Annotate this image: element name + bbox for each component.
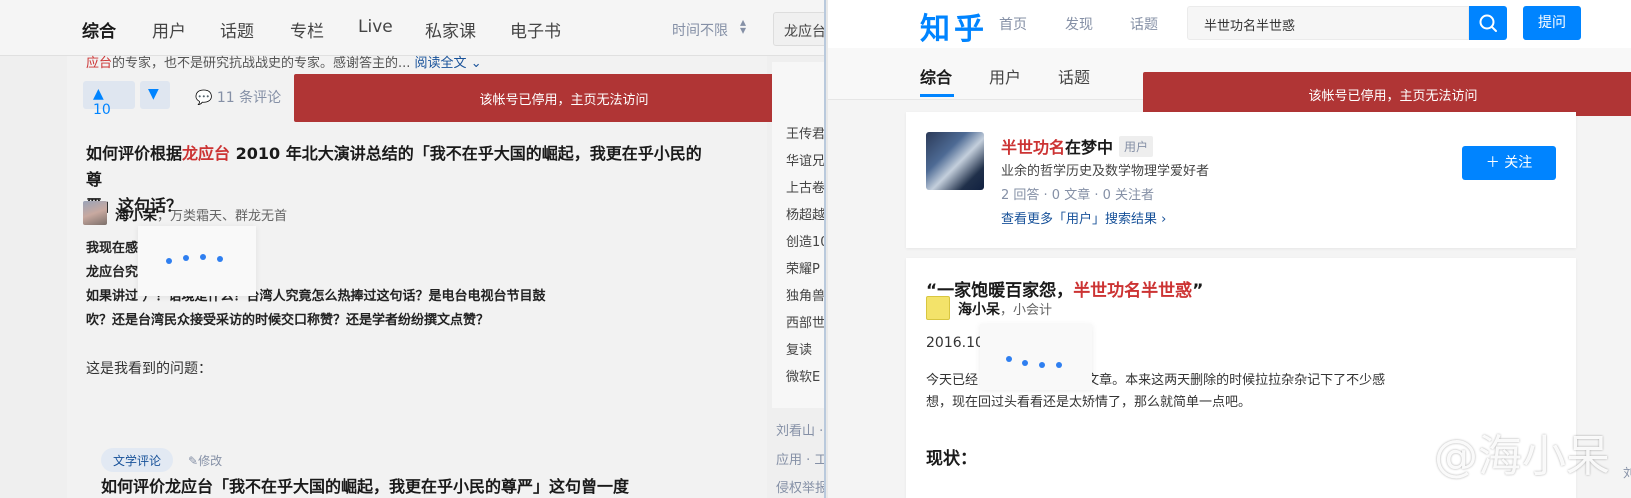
- tab-live[interactable]: Live: [358, 17, 393, 37]
- user-stats: 2 回答 · 0 文章 · 0 关注者: [1001, 188, 1155, 203]
- excerpt-highlight: 应台: [86, 56, 113, 71]
- ask-button[interactable]: 提问: [1523, 6, 1581, 40]
- edit-label: 修改: [198, 454, 223, 468]
- tab-all[interactable]: 综合: [82, 17, 116, 42]
- question-title-prefix: 如何评价根据: [86, 144, 183, 163]
- user-photo[interactable]: [926, 132, 984, 190]
- upvote-count: 10: [93, 102, 111, 118]
- next-question-title[interactable]: 如何评价龙应台「我不在乎大国的崛起，我更在乎小民的尊严」这句曾一度: [101, 474, 629, 498]
- search-icon: [1479, 14, 1497, 32]
- user-result-card: 半世功名在梦中 用户 业余的哲学历史及数学物理学爱好者 2 回答 · 0 文章 ·…: [906, 112, 1576, 248]
- author-name[interactable]: 海小呆: [958, 302, 1000, 318]
- author-bio: ，万类霜天、群龙无首: [157, 209, 288, 224]
- tab-ebooks[interactable]: 电子书: [510, 17, 561, 42]
- triangle-down-icon: ▼: [148, 86, 159, 102]
- follow-label: 关注: [1504, 155, 1533, 171]
- weibo-logo-icon: [1378, 436, 1428, 471]
- tab-all[interactable]: 综合: [920, 64, 952, 88]
- tab-users[interactable]: 用户: [152, 17, 186, 42]
- user-name-rest: 在梦中: [1065, 138, 1114, 157]
- hot-search-item[interactable]: 荣耀P: [786, 258, 820, 277]
- avatar[interactable]: [926, 296, 950, 320]
- author-bio: ，小会计: [1000, 303, 1053, 318]
- question-title-highlight: 龙应台: [182, 144, 231, 163]
- loading-spinner: [138, 226, 256, 296]
- user-name[interactable]: 半世功名在梦中 用户: [1001, 134, 1154, 158]
- read-more-link[interactable]: 阅读全文: [415, 56, 467, 71]
- more-users-label: 查看更多「用户」搜索结果: [1001, 212, 1158, 227]
- hot-search-item[interactable]: 复读: [786, 339, 812, 358]
- author-info: 海小呆，万类霜天、群龙无首: [115, 205, 287, 225]
- sort-arrows-icon[interactable]: ▴ ▾: [740, 16, 746, 36]
- time-filter[interactable]: 时间不限: [672, 20, 728, 40]
- hot-search-item[interactable]: 微软E: [786, 366, 820, 385]
- footer-link[interactable]: 应用 · 工: [776, 449, 824, 468]
- body-line: 吹？还是台湾民众接受采访的时候交口称赞？还是学者纷纷撰文点赞？: [86, 313, 490, 328]
- hot-search-sidebar: 王传君 华谊兄 上古卷 杨超越 创造10 荣耀P 独角兽 西部世 复读 微软E: [772, 62, 824, 408]
- nav-home[interactable]: 首页: [999, 14, 1027, 34]
- follow-button[interactable]: ＋ 关注: [1462, 146, 1556, 180]
- article-title-highlight: 半世功名半世惑: [1073, 281, 1193, 301]
- triangle-up-icon: ▲: [93, 86, 104, 102]
- tab-columns[interactable]: 专栏: [290, 17, 324, 42]
- zhihu-logo[interactable]: 知乎: [920, 4, 988, 48]
- article-title[interactable]: “一家饱暖百家怨，半世功名半世惑”: [926, 276, 1203, 301]
- nav-explore[interactable]: 发现: [1065, 14, 1093, 34]
- more-users-link[interactable]: 查看更多「用户」搜索结果 ›: [1001, 208, 1166, 227]
- search-input[interactable]: 龙应台: [773, 12, 824, 46]
- hot-search-item[interactable]: 杨超越: [786, 204, 824, 223]
- left-browser-pane: 综合 用户 话题 专栏 Live 私家课 电子书 时间不限 ▴ ▾ 龙应台 应台的…: [0, 0, 826, 498]
- comment-bubble-icon: 💬: [195, 90, 213, 106]
- tab-topics[interactable]: 话题: [220, 17, 254, 42]
- tab-courses[interactable]: 私家课: [425, 17, 476, 42]
- author-name[interactable]: 海小呆: [115, 208, 157, 224]
- user-bio: 业余的哲学历史及数学物理学爱好者: [1001, 164, 1210, 179]
- article-title-suffix: ”: [1192, 281, 1204, 301]
- search-tab-bar: 综合 用户 话题 专栏 Live 私家课 电子书 时间不限 ▴ ▾ 龙应台: [0, 0, 824, 56]
- right-browser-pane: 知乎 首页 发现 话题 半世功名半世惑 提问 综合 用户 话题 该帐号已停用，主…: [828, 0, 1631, 498]
- active-tab-indicator: [920, 94, 954, 97]
- answer-excerpt: 应台的专家，也不是研究抗战战史的专家。感谢答主的... 阅读全文 ⌄: [86, 52, 482, 71]
- answer-line: 想，现在回过头看看还是太矫情了，那么就简单一点吧。: [926, 395, 1252, 410]
- downvote-button[interactable]: ▼: [140, 81, 170, 109]
- edge-text: 刘: [1623, 466, 1631, 480]
- user-name-highlight: 半世功名: [1001, 138, 1066, 157]
- account-disabled-toast: 该帐号已停用，主页无法访问: [1143, 72, 1631, 116]
- hot-search-item[interactable]: 王传君: [786, 123, 824, 142]
- plus-icon: ＋: [1485, 155, 1500, 171]
- excerpt-text: 的专家，也不是研究抗战战史的专家。感谢答主的...: [112, 56, 415, 71]
- hot-search-item[interactable]: 独角兽: [786, 285, 824, 304]
- chevron-right-icon: ›: [1161, 212, 1167, 227]
- avatar[interactable]: [83, 201, 107, 225]
- user-type-badge: 用户: [1119, 136, 1154, 157]
- hot-search-item[interactable]: 华谊兄: [786, 150, 824, 169]
- search-input[interactable]: 半世功名半世惑: [1187, 6, 1469, 40]
- watermark-text: @海小呆: [1434, 431, 1610, 482]
- nav-topics[interactable]: 话题: [1130, 14, 1158, 34]
- tab-topics[interactable]: 话题: [1058, 64, 1090, 88]
- topic-tag[interactable]: 文学评论: [101, 448, 174, 472]
- search-button[interactable]: [1469, 6, 1507, 40]
- hot-search-item[interactable]: 创造10: [786, 231, 824, 250]
- top-header: 知乎 首页 发现 话题 半世功名半世惑 提问: [828, 0, 1631, 48]
- hot-search-item[interactable]: 上古卷: [786, 177, 824, 196]
- comment-count: 11 条评论: [216, 90, 282, 106]
- footer-link[interactable]: 刘看山 ·: [776, 420, 823, 439]
- edit-link[interactable]: ✎修改: [188, 452, 222, 469]
- author-info: 海小呆，小会计: [958, 299, 1052, 319]
- comments-button[interactable]: 💬 11 条评论: [195, 87, 281, 107]
- account-disabled-toast: 该帐号已停用，主页无法访问: [294, 74, 824, 122]
- answer-date: 2016.10: [926, 335, 984, 351]
- footer-link[interactable]: 侵权举报: [776, 477, 824, 496]
- hot-search-item[interactable]: 西部世: [786, 312, 824, 331]
- pencil-icon: ✎: [188, 454, 199, 468]
- section-heading: 现状：: [926, 449, 977, 469]
- tab-users[interactable]: 用户: [989, 64, 1021, 88]
- seen-question-text: 这是我看到的问题：: [86, 361, 212, 377]
- chevron-down-icon[interactable]: ⌄: [471, 56, 482, 71]
- upvote-button[interactable]: ▲ 10: [83, 81, 135, 118]
- loading-spinner: [980, 324, 1092, 390]
